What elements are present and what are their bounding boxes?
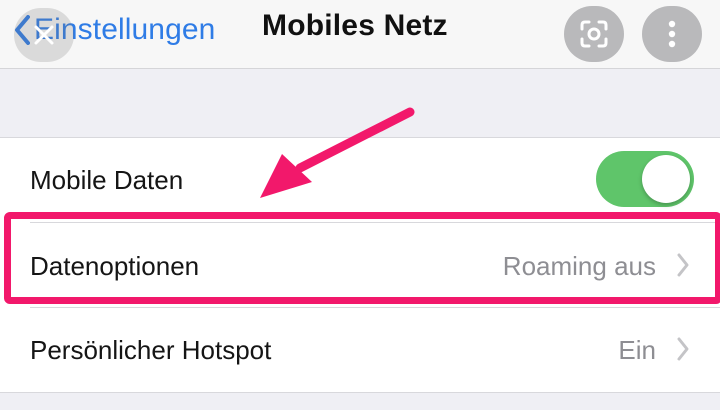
more-vertical-icon: [668, 20, 676, 48]
chevron-right-icon: [677, 253, 689, 277]
settings-row-label: Datenoptionen: [30, 251, 200, 281]
section-spacer: [0, 69, 720, 138]
settings-row-value: Roaming aus: [502, 251, 656, 281]
settings-row-label: Persönlicher Hotspot: [30, 335, 272, 365]
settings-row-label: Mobile Daten: [30, 165, 184, 195]
chevron-right-icon: [677, 337, 689, 361]
settings-row-data-options[interactable]: Datenoptionen Roaming aus: [0, 224, 720, 308]
toggle-knob: [642, 155, 690, 203]
close-icon: [34, 25, 54, 45]
lens-button[interactable]: [564, 6, 624, 62]
row-divider: [30, 222, 720, 223]
settings-row-personal-hotspot[interactable]: Persönlicher Hotspot Ein: [0, 308, 720, 392]
lens-scan-icon: [580, 20, 608, 48]
settings-row-value: Ein: [618, 335, 656, 365]
more-options-button[interactable]: [642, 6, 702, 62]
mobile-data-toggle[interactable]: [596, 151, 694, 207]
bottom-spacer: [0, 392, 720, 410]
page-title: Mobiles Netz: [262, 9, 448, 42]
navigation-bar: Einstellungen Mobiles Netz: [0, 0, 720, 69]
close-button[interactable]: [14, 8, 74, 62]
